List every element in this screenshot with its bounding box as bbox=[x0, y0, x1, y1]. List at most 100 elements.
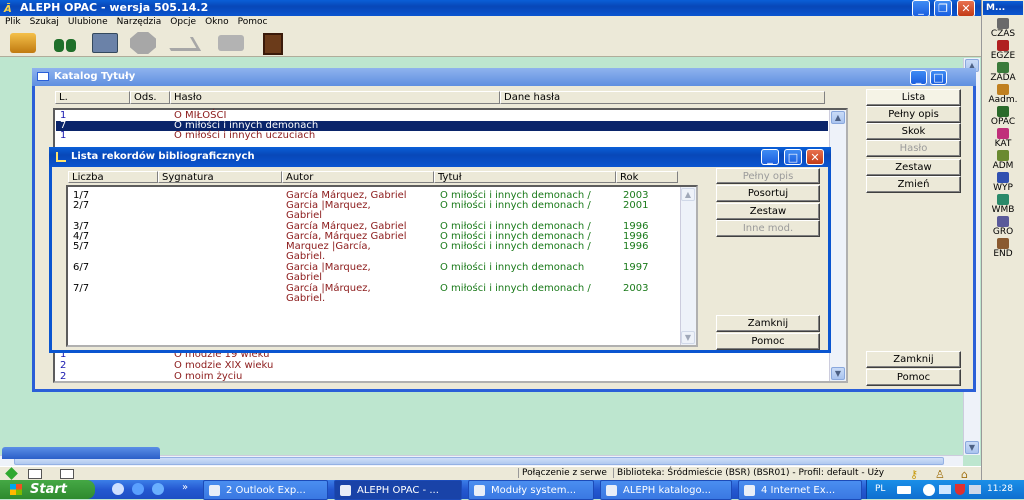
lista-title-bar[interactable]: Lista rekordów bibliograficznych bbox=[49, 147, 831, 167]
restore-button[interactable]: ❐ bbox=[934, 0, 952, 17]
lista-records-scrollbar[interactable]: ▲ ▼ bbox=[680, 187, 696, 345]
side-module-egze[interactable]: EGZE bbox=[983, 40, 1023, 62]
lista-zamknij-button[interactable]: Zamknij bbox=[716, 315, 820, 332]
katalog-row[interactable]: 1O MIŁOŚCI bbox=[56, 111, 828, 121]
network-icon[interactable] bbox=[939, 485, 951, 494]
pelny-opis-button[interactable]: Pełny opis bbox=[866, 106, 961, 123]
outlook-icon[interactable] bbox=[112, 483, 124, 495]
scroll-down-button[interactable]: ▼ bbox=[965, 441, 979, 454]
posortuj-button[interactable]: Posortuj bbox=[716, 185, 820, 202]
taskbar-item-label: Moduły system... bbox=[491, 485, 577, 496]
lista-button[interactable]: Lista bbox=[866, 89, 961, 106]
minimize-button[interactable]: _ bbox=[912, 0, 930, 17]
katalog-col-dane[interactable]: Dane hasła bbox=[500, 91, 825, 104]
record-title: O miłości i innych demonach / bbox=[440, 200, 591, 211]
menu-item[interactable]: Plik bbox=[5, 16, 21, 29]
panel-icon[interactable] bbox=[60, 469, 74, 479]
record-row[interactable]: 6/7 Garcia |Marquez, Gabriel O miłości i in… bbox=[70, 263, 678, 283]
nav-diamond-icon[interactable] bbox=[5, 467, 18, 480]
katalog-col-haslo[interactable]: Hasło bbox=[170, 91, 500, 104]
haslo-button[interactable]: Hasło bbox=[866, 140, 961, 157]
lista-zestaw-button[interactable]: Zestaw bbox=[716, 203, 820, 220]
taskbar-item[interactable]: ALEPH OPAC - ... bbox=[334, 480, 462, 500]
zestaw-button[interactable]: Zestaw bbox=[866, 159, 961, 176]
panel-icon[interactable] bbox=[28, 469, 42, 479]
side-module-czas[interactable]: CZAS bbox=[983, 18, 1023, 40]
taskbar-item[interactable]: Moduły system... bbox=[468, 480, 594, 500]
menu-item[interactable]: Okno bbox=[205, 16, 229, 29]
side-module-adm[interactable]: ADM bbox=[983, 150, 1023, 172]
side-module-label: CZAS bbox=[990, 29, 1016, 39]
menu-item[interactable]: Ulubione bbox=[68, 16, 108, 29]
shield-icon[interactable] bbox=[955, 484, 965, 495]
scroll-down-button[interactable]: ▼ bbox=[681, 331, 695, 344]
monitor-icon[interactable] bbox=[969, 485, 981, 494]
exit-door-icon[interactable] bbox=[263, 33, 283, 55]
katalog-pomoc-button[interactable]: Pomoc bbox=[866, 369, 961, 386]
side-module-wmb[interactable]: WMB bbox=[983, 194, 1023, 216]
record-row[interactable]: 7/7 García |Márquez, Gabriel. O miłości i i… bbox=[70, 284, 678, 304]
taskbar-item[interactable]: 2 Outlook Exp... bbox=[203, 480, 328, 500]
taskbar-item[interactable]: 4 Internet Ex... bbox=[738, 480, 862, 500]
lista-col-rok[interactable]: Rok bbox=[616, 171, 678, 183]
lista-col-sygnatura[interactable]: Sygnatura bbox=[158, 171, 282, 183]
katalog-row[interactable]: 2 O moim życiu bbox=[56, 372, 828, 382]
menu-item[interactable]: Narzędzia bbox=[117, 16, 162, 29]
record-row[interactable]: 2/7 Garcia |Marquez, Gabriel O miłości i in… bbox=[70, 201, 678, 221]
lista-pelny-opis-button[interactable]: Pełny opis bbox=[716, 168, 820, 184]
side-module-end[interactable]: END bbox=[983, 238, 1023, 260]
lista-pomoc-button[interactable]: Pomoc bbox=[716, 333, 820, 350]
scroll-down-button[interactable]: ▼ bbox=[831, 367, 845, 380]
side-module-aadm[interactable]: Aadm. bbox=[983, 84, 1023, 106]
side-module-zada[interactable]: ZADA bbox=[983, 62, 1023, 84]
side-module-kat[interactable]: KAT bbox=[983, 128, 1023, 150]
taskbar-item[interactable]: ALEPH katalogo... bbox=[600, 480, 732, 500]
katalog-title-bar[interactable]: Katalog Tytuły bbox=[32, 68, 976, 86]
start-button[interactable]: Start bbox=[0, 480, 95, 499]
side-module-opac[interactable]: OPAC bbox=[983, 106, 1023, 128]
zmien-button[interactable]: Zmień bbox=[866, 176, 961, 193]
close-button[interactable]: ✕ bbox=[957, 0, 975, 17]
card-icon[interactable] bbox=[92, 33, 118, 53]
desktop-icon[interactable] bbox=[152, 483, 164, 495]
lista-close-button[interactable]: ✕ bbox=[806, 149, 824, 165]
more-chevron-icon[interactable]: » bbox=[182, 482, 188, 493]
octagon-icon[interactable] bbox=[130, 32, 156, 54]
lista-minimize-button[interactable]: _ bbox=[761, 149, 779, 165]
scroll-up-button[interactable]: ▲ bbox=[681, 188, 695, 201]
side-module-wyp[interactable]: WYP bbox=[983, 172, 1023, 194]
printer-icon[interactable] bbox=[10, 33, 36, 53]
inne-mod-button[interactable]: Inne mod. bbox=[716, 220, 820, 237]
skok-button[interactable]: Skok bbox=[866, 123, 961, 140]
menu-item[interactable]: Szukaj bbox=[30, 16, 59, 29]
katalog-zamknij-button[interactable]: Zamknij bbox=[866, 351, 961, 368]
binoculars-icon[interactable] bbox=[52, 33, 78, 53]
ie-icon[interactable] bbox=[132, 483, 144, 495]
arrow-icon[interactable] bbox=[162, 37, 202, 51]
aleph-icon bbox=[606, 485, 617, 496]
katalog-minimize-button[interactable]: _ bbox=[910, 70, 927, 85]
keyboard-icon[interactable] bbox=[897, 486, 911, 494]
tray-nav-icon[interactable] bbox=[923, 484, 935, 496]
katalog-row[interactable]: 1 O miłości i innych uczuciach bbox=[56, 131, 828, 141]
side-toolbar-title[interactable]: M... bbox=[983, 1, 1023, 15]
katalog-row[interactable]: 7O miłości i innych demonach bbox=[56, 121, 828, 131]
scroll-up-button[interactable]: ▲ bbox=[831, 111, 845, 124]
app-title-bar[interactable]: Ā ALEPH OPAC - wersja 505.14.2 bbox=[0, 0, 981, 16]
lista-col-autor[interactable]: Autor bbox=[282, 171, 434, 183]
menu-item[interactable]: Pomoc bbox=[238, 16, 268, 29]
katalog-col-l[interactable]: L. bbox=[55, 91, 130, 104]
katalog-list-scrollbar[interactable]: ▲ ▼ bbox=[829, 110, 846, 381]
katalog-col-ods[interactable]: Ods. bbox=[130, 91, 170, 104]
katalog-maximize-button[interactable]: □ bbox=[930, 70, 947, 85]
language-indicator[interactable]: PL bbox=[875, 484, 885, 494]
minimized-window[interactable] bbox=[2, 447, 160, 459]
lista-col-tytul[interactable]: Tytuł bbox=[434, 171, 616, 183]
lista-col-liczba[interactable]: Liczba bbox=[68, 171, 158, 183]
print-icon[interactable] bbox=[218, 35, 244, 51]
katalog-row[interactable]: 2 O modzie XIX wieku bbox=[56, 361, 828, 371]
record-row[interactable]: 5/7 Marquez |García, Gabriel. O miłości i i… bbox=[70, 242, 678, 262]
lista-maximize-button[interactable]: □ bbox=[784, 149, 802, 165]
side-module-gro[interactable]: GRO bbox=[983, 216, 1023, 238]
menu-item[interactable]: Opcje bbox=[170, 16, 196, 29]
